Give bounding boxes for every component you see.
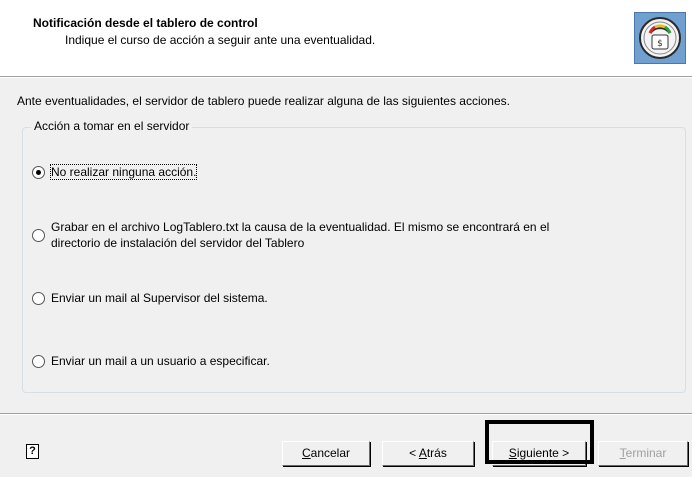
radio-mail-user[interactable] bbox=[32, 355, 45, 368]
help-icon[interactable]: ? bbox=[26, 444, 39, 459]
intro-text: Ante eventualidades, el servidor de tabl… bbox=[17, 94, 510, 108]
back-button[interactable]: < Atrás bbox=[382, 441, 474, 466]
svg-text:$: $ bbox=[657, 39, 663, 49]
groupbox-legend: Acción a tomar en el servidor bbox=[31, 119, 193, 133]
option-no-action-text: No realizar ninguna acción. bbox=[49, 164, 198, 180]
option-log-file-label-line1[interactable]: Grabar en el archivo LogTablero.txt la c… bbox=[51, 220, 549, 234]
option-mail-supervisor-label[interactable]: Enviar un mail al Supervisor del sistema… bbox=[51, 291, 268, 305]
option-mail-user-label[interactable]: Enviar un mail a un usuario a especifica… bbox=[51, 354, 270, 368]
finish-rest: erminar bbox=[625, 446, 667, 460]
finish-button[interactable]: Terminar bbox=[598, 441, 688, 466]
back-rest: trás bbox=[426, 446, 447, 460]
cancel-rest: ancelar bbox=[310, 446, 351, 460]
header-divider-highlight bbox=[0, 77, 692, 78]
page-subtitle: Indique el curso de acción a seguir ante… bbox=[65, 33, 376, 47]
radio-mail-supervisor[interactable] bbox=[32, 292, 45, 305]
cancel-button[interactable]: Cancelar bbox=[282, 441, 370, 466]
radio-log-file[interactable] bbox=[32, 229, 45, 242]
back-accel: A bbox=[418, 446, 427, 460]
footer-divider-highlight bbox=[0, 414, 692, 415]
option-no-action-label[interactable]: No realizar ninguna acción. bbox=[49, 164, 198, 180]
cancel-accel: C bbox=[301, 446, 311, 460]
option-log-file-label-line2[interactable]: directorio de instalación del servidor d… bbox=[51, 236, 304, 250]
highlight-box bbox=[485, 420, 594, 464]
back-prefix: < bbox=[409, 446, 419, 460]
wizard-header: Notificación desde el tablero de control… bbox=[0, 0, 692, 76]
radio-no-action[interactable] bbox=[32, 166, 45, 179]
dashboard-gauge-icon: $ bbox=[634, 12, 686, 64]
page-title: Notificación desde el tablero de control bbox=[33, 16, 258, 30]
